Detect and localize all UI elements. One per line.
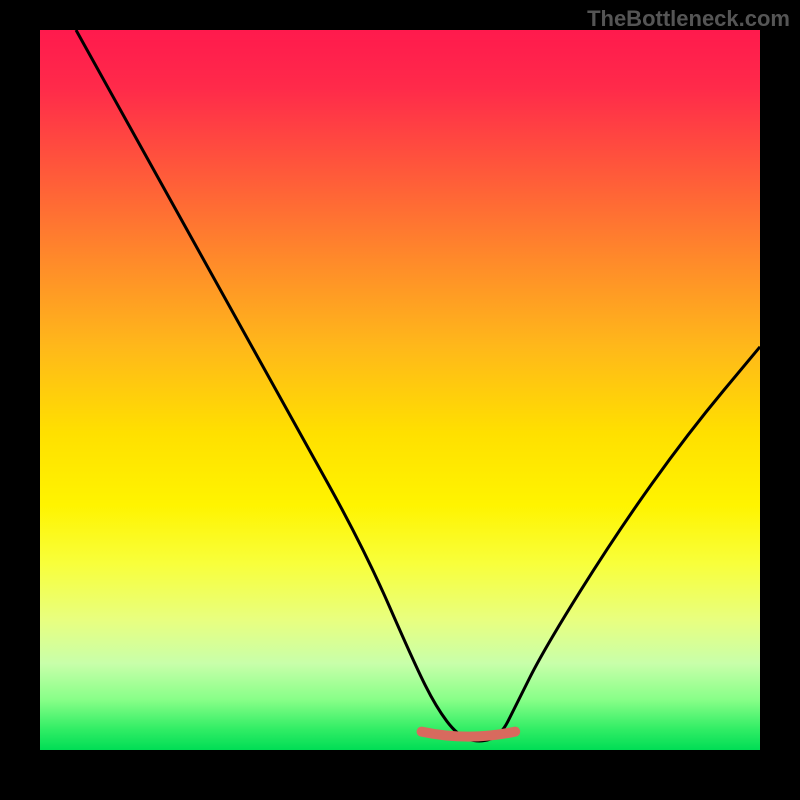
bottleneck-curve-path [76, 30, 760, 741]
chart-svg [40, 30, 760, 750]
chart-plot-area [40, 30, 760, 750]
watermark-text: TheBottleneck.com [587, 6, 790, 32]
bottom-marker-path [422, 732, 516, 737]
